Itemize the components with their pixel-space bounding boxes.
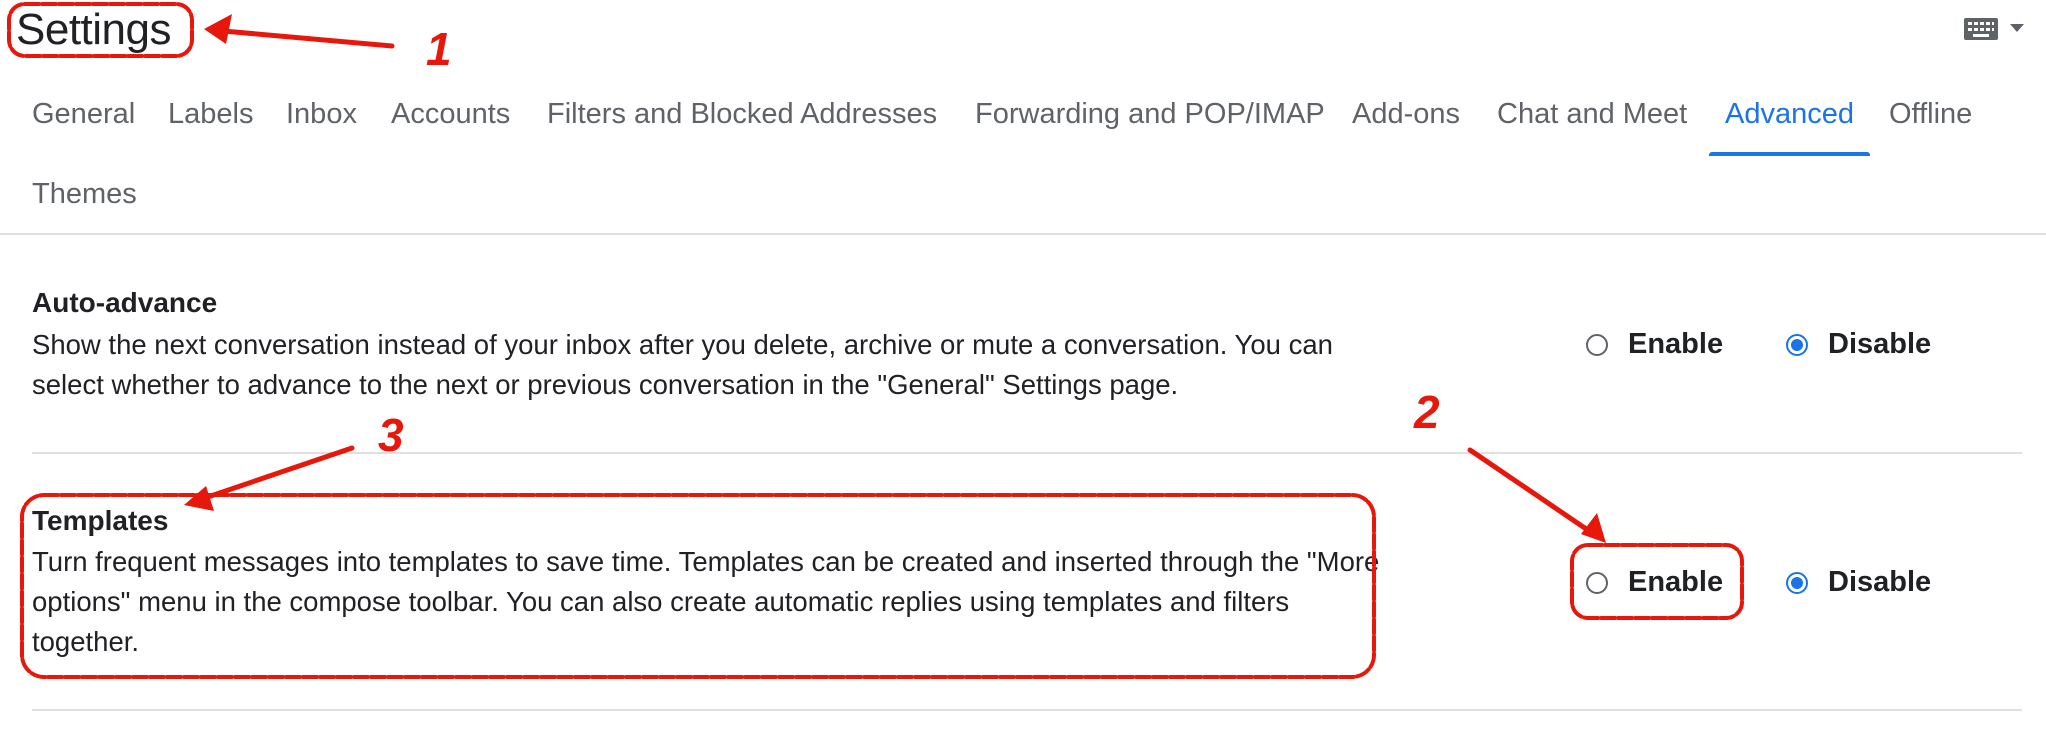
templates-disable-option[interactable]: Disable [1786,566,1931,599]
tab-forwarding-and-pop-imap[interactable]: Forwarding and POP/IMAP [975,84,1325,156]
tab-general[interactable]: General [32,84,135,156]
page-title: Settings [16,5,171,54]
tab-filters-and-blocked-addresses[interactable]: Filters and Blocked Addresses [547,84,937,156]
caret-down-icon[interactable] [2010,24,2024,32]
keyboard-icon[interactable] [1964,18,1998,40]
annotation-number-3: 3 [378,409,404,461]
auto-advance-disable-label: Disable [1828,328,1932,360]
annotation-number-2: 2 [1414,386,1440,438]
templates-enable-radio[interactable] [1586,571,1608,594]
auto-advance-enable-radio[interactable] [1586,333,1608,356]
templates-description: Turn frequent messages into templates to… [32,546,1380,657]
tab-add-ons[interactable]: Add-ons [1352,84,1460,156]
annotation-arrow-2 [1467,447,1601,540]
tab-accounts[interactable]: Accounts [391,84,510,156]
tab-offline[interactable]: Offline [1889,84,1972,156]
annotation-arrowhead-2 [1581,513,1606,543]
templates-disable-label: Disable [1828,566,1932,598]
section-divider-bottom [32,709,2022,711]
auto-advance-enable-option[interactable]: Enable [1586,328,1723,361]
templates-title: Templates [32,505,169,536]
tab-chat-and-meet[interactable]: Chat and Meet [1497,84,1687,156]
annotation-arrowhead-3 [184,486,214,511]
tab-advanced[interactable]: Advanced [1709,84,1870,156]
auto-advance-enable-label: Enable [1628,328,1724,360]
auto-advance-disable-option[interactable]: Disable [1786,328,1931,361]
auto-advance-disable-radio[interactable] [1786,333,1808,356]
section-divider [32,452,2022,454]
annotation-arrow-1 [209,27,395,49]
templates-enable-label: Enable [1628,566,1724,598]
annotation-arrowhead-1 [204,14,232,44]
tab-themes[interactable]: Themes [32,164,137,236]
tab-labels[interactable]: Labels [168,84,253,156]
annotation-number-1: 1 [426,23,452,75]
templates-disable-radio[interactable] [1786,571,1808,594]
templates-enable-option[interactable]: Enable [1586,566,1723,599]
auto-advance-title: Auto-advance [32,287,218,318]
settings-tabs: General Labels Inbox Accounts Filters an… [0,84,2046,234]
tab-inbox[interactable]: Inbox [286,84,357,156]
annotation-arrow-3 [193,445,355,504]
auto-advance-description: Show the next conversation instead of yo… [32,329,1333,400]
tabs-divider [0,233,2046,235]
